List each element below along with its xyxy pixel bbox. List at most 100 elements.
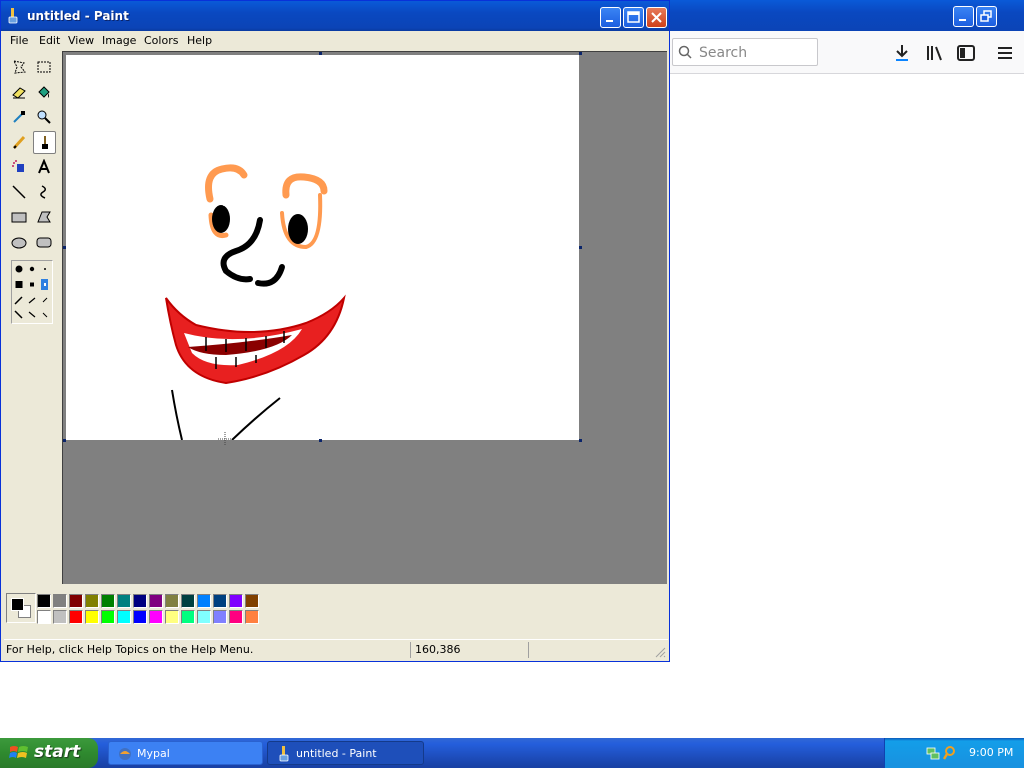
color-swatch[interactable] xyxy=(197,610,211,624)
color-swatch[interactable] xyxy=(213,594,227,608)
color-swatch[interactable] xyxy=(245,610,259,624)
color-swatch[interactable] xyxy=(69,610,83,624)
color-swatch[interactable] xyxy=(117,610,131,624)
sidebar-icon[interactable] xyxy=(956,43,976,63)
canvas-handle-top-right[interactable] xyxy=(579,52,582,55)
color-box xyxy=(4,585,668,633)
paint-maximize-button[interactable] xyxy=(623,7,644,28)
taskbar-item-paint[interactable]: untitled - Paint xyxy=(267,741,424,765)
fill-icon xyxy=(38,86,50,98)
color-swatch[interactable] xyxy=(53,594,67,608)
menu-icon[interactable] xyxy=(995,43,1015,63)
color-swatch[interactable] xyxy=(213,610,227,624)
library-icon[interactable] xyxy=(924,43,944,63)
paint-close-button[interactable] xyxy=(646,7,667,28)
color-swatch[interactable] xyxy=(37,594,51,608)
network-icon[interactable] xyxy=(925,745,941,761)
drawing-canvas[interactable] xyxy=(66,55,579,441)
color-swatch[interactable] xyxy=(229,610,243,624)
browser-search-box[interactable] xyxy=(672,38,818,66)
eraser-tool[interactable] xyxy=(8,81,31,104)
paint-minimize-button[interactable] xyxy=(600,7,621,28)
tool-box xyxy=(4,51,61,584)
line-tool[interactable] xyxy=(8,181,31,204)
color-swatch[interactable] xyxy=(165,610,179,624)
polygon-icon xyxy=(37,211,51,223)
browser-search-input[interactable] xyxy=(697,42,817,64)
brush-tool[interactable] xyxy=(33,131,56,154)
menu-image[interactable]: Image xyxy=(102,34,136,47)
pick-color-tool[interactable] xyxy=(8,106,31,129)
color-swatch[interactable] xyxy=(53,610,67,624)
menu-edit[interactable]: Edit xyxy=(39,34,60,47)
crosshair-cursor-icon xyxy=(218,432,232,446)
menu-view[interactable]: View xyxy=(68,34,94,47)
ellipse-icon xyxy=(11,237,27,249)
mypal-app-icon xyxy=(119,748,131,760)
maximize-icon xyxy=(627,11,640,23)
fill-tool[interactable] xyxy=(33,81,56,104)
canvas-area[interactable] xyxy=(62,51,667,584)
ellipse-tool[interactable] xyxy=(8,231,31,254)
canvas-handle-left[interactable] xyxy=(63,246,66,249)
color-swatch[interactable] xyxy=(229,594,243,608)
curve-icon xyxy=(40,185,46,199)
polygon-tool[interactable] xyxy=(33,206,56,229)
browser-restore-button[interactable] xyxy=(976,6,997,27)
curve-tool[interactable] xyxy=(33,181,56,204)
airbrush-tool[interactable] xyxy=(8,156,31,179)
color-swatch[interactable] xyxy=(117,594,131,608)
color-swatch[interactable] xyxy=(245,594,259,608)
current-colors[interactable] xyxy=(6,593,36,623)
free-form-select-tool[interactable] xyxy=(8,56,31,79)
color-swatch[interactable] xyxy=(69,594,83,608)
line-icon xyxy=(12,185,26,199)
color-swatch[interactable] xyxy=(181,594,195,608)
paint-window-title: untitled - Paint xyxy=(27,9,129,23)
status-bar: For Help, click Help Topics on the Help … xyxy=(4,639,668,660)
color-swatch[interactable] xyxy=(165,594,179,608)
canvas-handle-top[interactable] xyxy=(319,52,322,55)
start-button[interactable]: start xyxy=(0,738,98,768)
brush-shape-options[interactable] xyxy=(11,260,53,324)
color-swatch[interactable] xyxy=(101,594,115,608)
taskbar-item-mypal[interactable]: Mypal xyxy=(108,741,263,765)
menu-colors[interactable]: Colors xyxy=(144,34,178,47)
download-icon[interactable] xyxy=(892,43,912,63)
pencil-tool[interactable] xyxy=(8,131,31,154)
canvas-handle-bottom-left[interactable] xyxy=(63,439,66,442)
color-swatch[interactable] xyxy=(133,594,147,608)
taskbar: start Mypal untitled - Paint 9:00 PM xyxy=(0,738,1024,768)
rounded-rectangle-tool[interactable] xyxy=(33,231,56,254)
canvas-handle-bottom-right[interactable] xyxy=(579,439,582,442)
menu-help[interactable]: Help xyxy=(187,34,212,47)
browser-minimize-button[interactable] xyxy=(953,6,974,27)
color-swatch[interactable] xyxy=(133,610,147,624)
magnifier-icon xyxy=(37,110,51,124)
resize-grip-icon[interactable] xyxy=(654,646,666,658)
system-tray: 9:00 PM xyxy=(884,738,1024,768)
color-swatch[interactable] xyxy=(85,610,99,624)
rectangle-tool[interactable] xyxy=(8,206,31,229)
color-swatch[interactable] xyxy=(149,594,163,608)
search-tray-icon[interactable] xyxy=(943,745,959,761)
color-swatch[interactable] xyxy=(181,610,195,624)
canvas-handle-right[interactable] xyxy=(579,246,582,249)
color-swatch[interactable] xyxy=(149,610,163,624)
text-tool[interactable] xyxy=(33,156,56,179)
canvas-handle-bottom[interactable] xyxy=(319,439,322,442)
eraser-icon xyxy=(12,87,26,99)
menu-file[interactable]: File xyxy=(10,34,28,47)
color-swatch[interactable] xyxy=(101,610,115,624)
paint-titlebar[interactable]: untitled - Paint xyxy=(1,1,669,31)
free-form-select-icon xyxy=(13,60,26,74)
status-coordinates: 160,386 xyxy=(410,642,526,658)
minimize-icon xyxy=(606,20,613,22)
color-swatch[interactable] xyxy=(197,594,211,608)
magnifier-tool[interactable] xyxy=(33,106,56,129)
pick-color-icon xyxy=(13,111,25,123)
color-swatch[interactable] xyxy=(85,594,99,608)
select-tool[interactable] xyxy=(33,56,56,79)
color-swatch[interactable] xyxy=(37,610,51,624)
text-icon xyxy=(38,159,50,174)
